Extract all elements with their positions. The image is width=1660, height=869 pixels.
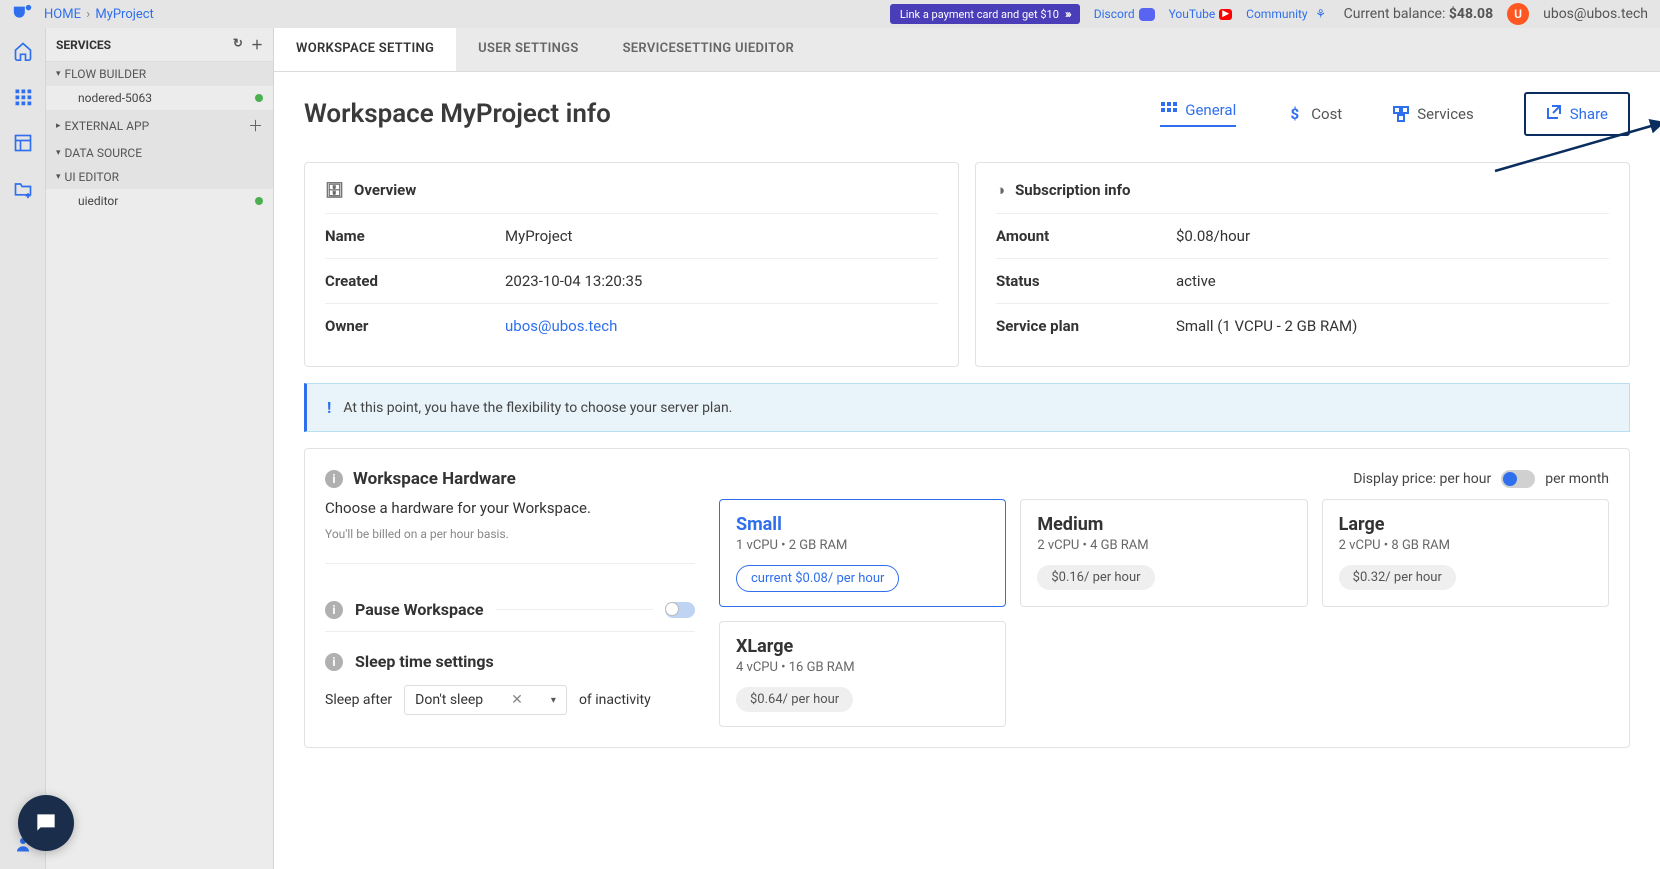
action-services[interactable]: Services [1392, 105, 1474, 123]
add-icon[interactable]: ＋ [251, 36, 263, 53]
tab-user-settings[interactable]: USER SETTINGS [456, 28, 600, 71]
sub-plan: Small (1 VCPU - 2 GB RAM) [1176, 317, 1357, 335]
services-icon [1392, 106, 1409, 123]
hardware-desc: Choose a hardware for your Workspace. [325, 499, 695, 517]
archive-icon: 🗄 [325, 181, 344, 199]
external-link-icon [1546, 104, 1562, 124]
youtube-link[interactable]: YouTube▶ [1169, 7, 1233, 21]
chevron-down-icon: ▾ [551, 695, 556, 706]
toggle-icon: ◑ [996, 181, 1005, 199]
group-flow-builder[interactable]: ▾FLOW BUILDER [46, 62, 273, 86]
overview-owner[interactable]: ubos@ubos.tech [505, 317, 617, 335]
info-circle-icon: i [325, 653, 343, 671]
tab-workspace-setting[interactable]: WORKSPACE SETTING [274, 28, 456, 71]
plan-xlarge[interactable]: XLarge 4 vCPU • 16 GB RAM $0.64/ per hou… [719, 621, 1006, 727]
status-dot-icon [255, 197, 263, 205]
price-period-toggle[interactable] [1501, 470, 1535, 488]
tabs: WORKSPACE SETTING USER SETTINGS SERVICES… [274, 28, 1660, 72]
balance-value: $48.08 [1449, 6, 1493, 22]
apps-icon[interactable] [12, 86, 34, 108]
balance-label: Current balance: $48.08 [1344, 6, 1494, 22]
layout-icon[interactable] [12, 132, 34, 154]
hardware-panel: i Workspace Hardware Display price: per … [304, 448, 1630, 748]
folder-add-icon[interactable] [12, 178, 34, 200]
page-title: Workspace MyProject info [304, 99, 611, 129]
sub-amount: $0.08/hour [1176, 227, 1250, 245]
overview-created: 2023-10-04 13:20:35 [505, 272, 642, 290]
sub-status: active [1176, 272, 1216, 290]
plan-medium[interactable]: Medium 2 vCPU • 4 GB RAM $0.16/ per hour [1020, 499, 1307, 607]
add-external-icon[interactable]: ＋ [248, 115, 263, 136]
chevron-down-icon: ▾ [56, 69, 61, 79]
discord-icon [1139, 8, 1155, 21]
home-icon[interactable] [12, 40, 34, 62]
info-icon: ! [327, 398, 331, 417]
chevron-down-icon: ▾ [56, 172, 61, 182]
sleep-select[interactable]: Don't sleep ✕ ▾ [404, 685, 567, 715]
chevron-right-icon: ▸ [56, 121, 61, 131]
topbar: HOME › MyProject Link a payment card and… [0, 0, 1660, 28]
breadcrumb-project[interactable]: MyProject [95, 7, 153, 22]
chat-widget[interactable] [18, 795, 74, 851]
status-dot-icon [255, 94, 263, 102]
service-nodered[interactable]: nodered-5063 [46, 86, 273, 110]
breadcrumb-home[interactable]: HOME [44, 7, 81, 22]
youtube-icon: ▶ [1219, 9, 1232, 20]
main-content: WORKSPACE SETTING USER SETTINGS SERVICES… [274, 28, 1660, 869]
group-data-source[interactable]: ▾DATA SOURCE [46, 141, 273, 165]
info-circle-icon: i [325, 470, 343, 488]
sidebar: SERVICES ↻ ＋ ▾FLOW BUILDER nodered-5063 … [46, 28, 274, 869]
pause-workspace-toggle[interactable] [665, 602, 695, 618]
group-ui-editor[interactable]: ▾UI EDITOR [46, 165, 273, 189]
subscription-panel: ◑Subscription info Amount$0.08/hour Stat… [975, 162, 1630, 367]
user-email: ubos@ubos.tech [1543, 6, 1648, 22]
community-icon: ⚘ [1312, 5, 1330, 23]
hardware-subdesc: You'll be billed on a per hour basis. [325, 527, 695, 564]
action-general[interactable]: General [1160, 101, 1236, 127]
clear-icon[interactable]: ✕ [511, 692, 523, 708]
overview-panel: 🗄Overview NameMyProject Created2023-10-0… [304, 162, 959, 367]
breadcrumb: HOME › MyProject [44, 7, 154, 22]
chevron-down-icon: ▾ [56, 148, 61, 158]
plan-large[interactable]: Large 2 vCPU • 8 GB RAM $0.32/ per hour [1322, 499, 1609, 607]
community-link[interactable]: Community⚘ [1246, 5, 1329, 23]
iconbar [0, 28, 46, 869]
chevrons-right-icon: ››› [1065, 7, 1070, 21]
dollar-icon: $ [1286, 106, 1303, 123]
promo-badge[interactable]: Link a payment card and get $10 ››› [890, 4, 1080, 24]
service-uieditor[interactable]: uieditor [46, 189, 273, 213]
discord-link[interactable]: Discord [1094, 7, 1155, 21]
refresh-icon[interactable]: ↻ [233, 36, 243, 53]
grid-icon [1160, 102, 1177, 119]
group-external-app[interactable]: ▸EXTERNAL APP＋ [46, 110, 273, 141]
logo-icon [12, 3, 34, 25]
hardware-title: Workspace Hardware [353, 469, 516, 489]
overview-name: MyProject [505, 227, 572, 245]
action-cost[interactable]: $ Cost [1286, 105, 1342, 123]
info-banner: ! At this point, you have the flexibilit… [304, 383, 1630, 432]
plan-small[interactable]: Small 1 vCPU • 2 GB RAM current $0.08/ p… [719, 499, 1006, 607]
user-avatar[interactable]: U [1507, 3, 1529, 25]
sidebar-title: SERVICES [56, 38, 111, 52]
info-circle-icon: i [325, 601, 343, 619]
tab-servicesetting-uieditor[interactable]: SERVICESETTING UIEDITOR [601, 28, 817, 71]
share-button[interactable]: Share [1524, 92, 1630, 136]
